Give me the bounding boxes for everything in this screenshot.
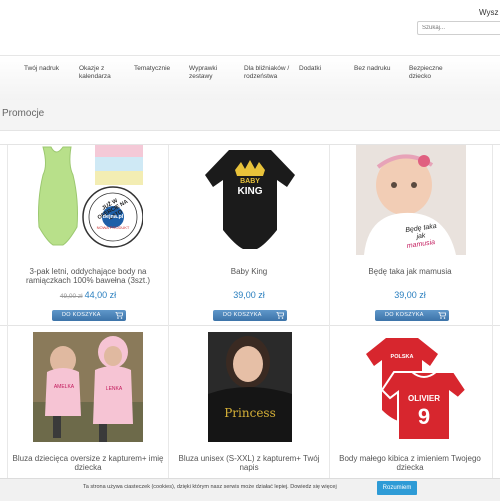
product-name[interactable]: Bluza unisex (S-XXL) z kapturem+ Twój na… [169,454,329,472]
page-title: Promocje [2,108,45,119]
product-price: 39,00 zł [233,290,265,300]
page-header-bar [0,100,500,131]
product-image-mamusia[interactable]: Będę taka jak mamusia [356,145,466,255]
cookie-text: Ta strona używa ciasteczek (cookies), dz… [83,484,337,490]
grid-divider [329,145,330,500]
cookie-accept-button[interactable]: Rozumiem [377,481,417,495]
print-princess: Princess [224,406,276,420]
black-bodysuit-crown-icon [205,150,295,249]
nav-item-dla-blizniakow[interactable]: Dla bliźniaków / rodzeństwa [244,65,292,81]
search-input[interactable] [417,21,500,35]
print-olivier: OLIVIER [407,394,440,403]
badge-subtext: NOWA PRODUKT [96,225,130,230]
add-to-cart-button[interactable]: DO KOSZYKA [213,310,287,321]
nav-item-twoj-nadruk[interactable]: Twój nadruk [24,65,59,73]
product-name[interactable]: Będę taka jak mamusia [330,267,490,276]
product-image-pink-hoodies[interactable]: AMELKA LENKA [33,332,143,442]
add-to-cart-button[interactable]: DO KOSZYKA [375,310,449,321]
product-image-black-hoodie[interactable]: Princess [208,332,318,442]
top-link[interactable]: Wysz [479,8,498,17]
add-to-cart-button[interactable]: DO KOSZYKA [52,310,126,321]
grid-divider [0,325,500,326]
cart-icon [276,312,284,319]
product-image-baby-king[interactable]: BABY KING [195,145,305,255]
grid-divider [168,145,169,500]
brand-logo-text: dejna.pl [102,214,124,220]
print-name-2: LENKA [105,386,123,392]
print-baby: BABY [240,178,260,185]
cart-icon [115,312,123,319]
print-number: 9 [417,404,431,429]
product-image-tank-bodysuits[interactable]: JUŻ W OFERCIE NA LATO dejna.pl NOWA PROD… [33,145,143,255]
nav-item-bezpieczne-dziecko[interactable]: Bezpieczne dziecko [409,65,449,81]
print-polska: POLSKA [390,354,414,360]
black-hoodie-photo-icon [208,332,292,442]
product-name[interactable]: Baby King [169,267,329,276]
product-image-football-kit[interactable]: POLSKA OLIVIER 9 [356,332,466,442]
print-king: KING [237,186,263,197]
product-price: 39,00 zł [394,290,426,300]
nav-item-bez-nadruku[interactable]: Bez nadruku [354,65,391,73]
cart-icon [438,312,446,319]
product-price: 49,00 zł 44,00 zł [8,290,168,300]
product-current-price: 44,00 zł [84,290,117,300]
nav-item-wyprawki[interactable]: Wyprawki zestawy [189,65,225,81]
nav-item-okazje[interactable]: Okazje z kalendarza [79,65,121,81]
grid-divider [492,145,493,500]
nav-item-dodatki[interactable]: Dodatki [299,65,321,73]
product-old-price: 49,00 zł [59,293,83,300]
nav-item-tematycznie[interactable]: Tematycznie [134,65,170,73]
print-name-1: AMELKA [53,384,75,390]
product-name[interactable]: 3-pak letni, oddychające body na ramiącz… [8,267,168,285]
product-name[interactable]: Body małego kibica z imieniem Twojego dz… [330,454,490,472]
main-nav: Twój nadruk Okazje z kalendarza Tematycz… [0,55,500,101]
product-name[interactable]: Bluza dziecięca oversize z kapturem+ imi… [8,454,168,472]
grid-divider [7,145,8,500]
